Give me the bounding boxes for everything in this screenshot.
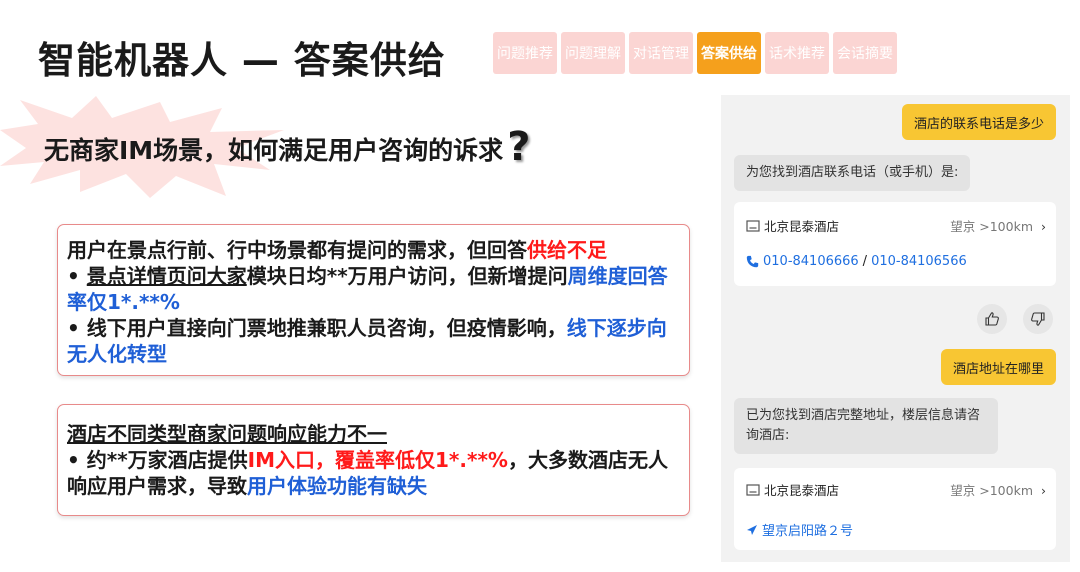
hotel-card-header: 北京昆泰酒店 望京 >100km › [746,216,1046,235]
chat-panel: 酒店的联系电话是多少 为您找到酒店联系电话（或手机）是: 北京昆泰酒店 望京 >… [721,95,1070,562]
hotel-name-row: 北京昆泰酒店 [746,216,839,235]
thumbs-up-icon [985,312,999,326]
phone-link-2[interactable]: 010-84106566 [871,254,967,269]
box1-bullet1: • 景点详情页问大家模块日均**万用户访问，但新增提问周维度回答率仅1*.**% [67,263,675,315]
thumbs-down-icon [1031,312,1045,326]
box2-bullet1-text-a: • 约**万家酒店提供 [67,448,248,472]
hotel-icon [746,483,760,496]
box2-highlight-red: IM入口，覆盖率低仅1*.**% [247,448,508,472]
tab-dialog-management[interactable]: 对话管理 [629,32,693,74]
box2-bullet1: • 约**万家酒店提供IM入口，覆盖率低仅1*.**%，大多数酒店无人响应用户需… [67,447,675,499]
hotel-card-phone[interactable]: 北京昆泰酒店 望京 >100km › 010-84106666 / 010-84… [734,202,1056,286]
tab-question-recommend[interactable]: 问题推荐 [493,32,557,74]
bot-message-address: 已为您找到酒店完整地址，楼层信息请咨询酒店: [734,398,998,454]
user-message-phone: 酒店的联系电话是多少 [901,104,1056,140]
address-text: 望京启阳路２号 [762,524,854,539]
phone-link-1[interactable]: 010-84106666 [763,254,859,269]
hotel-name-2: 北京昆泰酒店 [764,483,840,498]
hotel-distance[interactable]: 望京 >100km › [950,216,1046,235]
hotel-distance-2[interactable]: 望京 >100km › [950,480,1046,499]
pain-point-box-scenic: 用户在景点行前、行中场景都有提问的需求，但回答供给不足 • 景点详情页问大家模块… [57,224,690,376]
box1-underlined: 景点详情页问大家 [86,264,247,288]
phone-separator: / [862,254,868,269]
question-text: 无商家IM场景，如何满足用户咨询的诉求 [44,136,504,165]
hotel-name-row-2: 北京昆泰酒店 [746,480,839,499]
user-message-address: 酒店地址在哪里 [940,349,1056,385]
hotel-card-address[interactable]: 北京昆泰酒店 望京 >100km › 望京启阳路２号 [734,468,1056,550]
bot-message-phone: 为您找到酒店联系电话（或手机）是: [734,155,971,191]
hotel-card-header-2: 北京昆泰酒店 望京 >100km › [746,480,1046,499]
address-link[interactable]: 望京启阳路２号 [746,520,853,539]
hotel-icon [746,219,760,232]
box2-heading: 酒店不同类型商家问题响应能力不一 [67,422,387,446]
thumbs-down-button[interactable] [1023,304,1053,334]
box1-bullet2: • 线下用户直接向门票地推兼职人员咨询，但疫情影响，线下逐步向无人化转型 [67,315,675,367]
box1-bullet2-text: • 线下用户直接向门票地推兼职人员咨询，但疫情影响， [67,316,567,340]
pain-point-box-hotel: 酒店不同类型商家问题响应能力不一 • 约**万家酒店提供IM入口，覆盖率低仅1*… [57,404,690,516]
bullet-marker: • [67,264,87,288]
chevron-right-icon: › [1041,483,1046,498]
question-mark-icon: ? [507,124,531,170]
section-tabs: 问题推荐 问题理解 对话管理 答案供给 话术推荐 会话摘要 [493,32,897,74]
tab-script-recommend[interactable]: 话术推荐 [765,32,829,74]
box1-highlight-red: 供给不足 [527,238,607,262]
box1-bullet1-text: 模块日均**万用户访问，但新增提问 [246,264,568,288]
box1-line1-text: 用户在景点行前、行中场景都有提问的需求，但回答 [67,238,527,262]
tab-answer-supply[interactable]: 答案供给 [697,32,761,74]
slide-title: 智能机器人 — 答案供给 [38,39,446,82]
hotel-name: 北京昆泰酒店 [764,219,840,234]
hotel-distance-text: 望京 >100km [950,219,1034,234]
navigation-arrow-icon [747,524,757,535]
question-heading: 无商家IM场景，如何满足用户咨询的诉求 ? [44,124,530,170]
chevron-right-icon: › [1041,219,1046,234]
box1-line1: 用户在景点行前、行中场景都有提问的需求，但回答供给不足 [67,237,675,263]
hotel-distance-text-2: 望京 >100km [950,483,1034,498]
tab-session-summary[interactable]: 会话摘要 [833,32,897,74]
tab-question-understanding[interactable]: 问题理解 [561,32,625,74]
box2-highlight-blue: 用户体验功能有缺失 [247,474,427,498]
phone-links: 010-84106666 / 010-84106566 [746,254,967,269]
thumbs-up-button[interactable] [977,304,1007,334]
phone-icon [746,255,759,268]
